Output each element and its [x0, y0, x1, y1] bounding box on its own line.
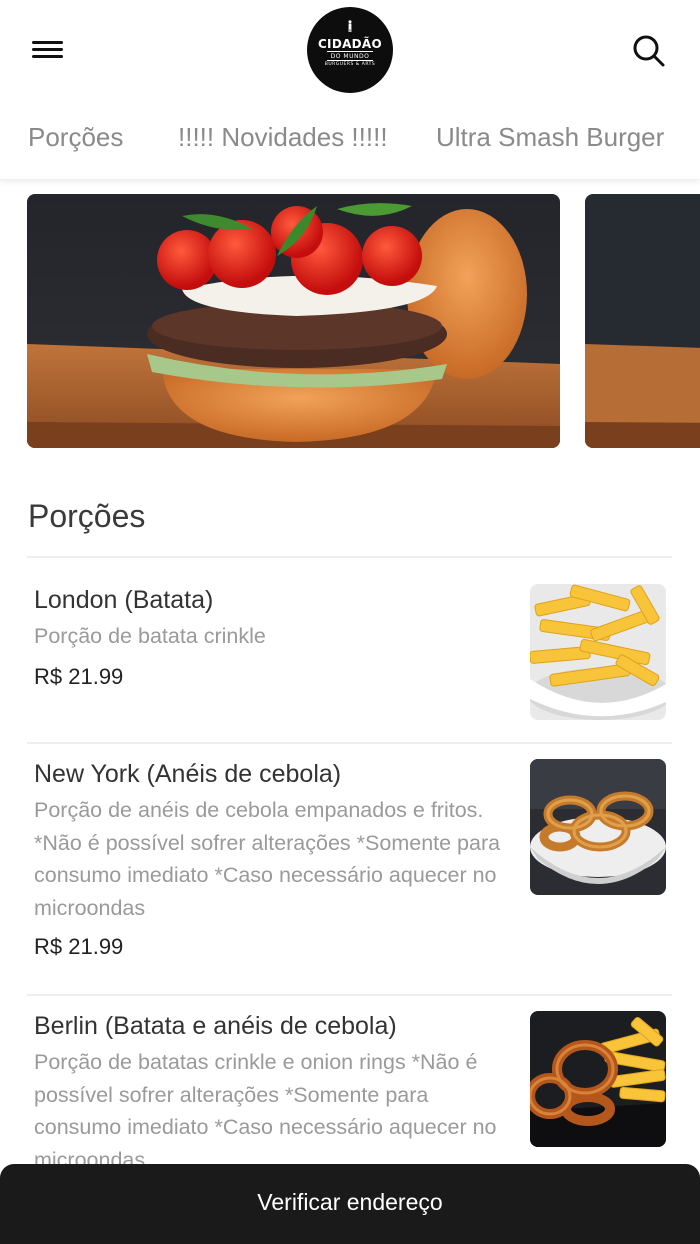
menu-item[interactable]: Berlin (Batata e anéis de cebola) Porção… — [27, 996, 672, 1172]
item-photo — [530, 1011, 666, 1147]
logo-tagline: BURGUERS & ARTS — [324, 62, 376, 67]
item-price: R$ 21.99 — [34, 664, 124, 689]
item-name: New York (Anéis de cebola) — [34, 760, 342, 788]
crinkle-fries-photo — [530, 584, 666, 720]
menu-item[interactable]: London (Batata) Porção de batata crinkle… — [27, 570, 672, 740]
banner-slide[interactable] — [585, 194, 700, 448]
logo-subtitle: DO MUNDO — [330, 53, 370, 60]
banner-image-partial — [585, 194, 700, 448]
check-address-button[interactable]: Verificar endereço — [0, 1164, 700, 1244]
logo-figure-icon — [348, 20, 352, 32]
check-address-label: Verificar endereço — [257, 1189, 443, 1215]
banner-carousel[interactable] — [0, 194, 700, 448]
restaurant-logo[interactable]: CIDADÃO DO MUNDO BURGUERS & ARTS — [307, 7, 393, 93]
category-tabs: Porções !!!!! Novidades !!!!! Ultra Smas… — [0, 100, 700, 180]
item-price: R$ 21.99 — [34, 934, 124, 959]
fries-and-onion-rings-photo — [530, 1011, 666, 1147]
section-divider — [27, 556, 672, 558]
menu-item[interactable]: New York (Anéis de cebola) Porção de ané… — [27, 744, 672, 994]
item-photo — [530, 584, 666, 720]
tab-novidades[interactable]: !!!!! Novidades !!!!! — [178, 122, 388, 153]
app-header: CIDADÃO DO MUNDO BURGUERS & ARTS — [0, 0, 700, 100]
search-icon[interactable] — [628, 30, 668, 70]
logo-divider — [327, 51, 373, 52]
item-description: Porção de anéis de cebola empanados e fr… — [34, 798, 501, 920]
logo-name: CIDADÃO — [317, 37, 383, 51]
item-description: Porção de batatas crinkle e onion rings … — [34, 1050, 497, 1172]
section-title: Porções — [28, 498, 146, 534]
tab-ultra-smash-burger[interactable]: Ultra Smash Burger — [436, 122, 664, 153]
item-description: Porção de batata crinkle — [34, 624, 266, 648]
onion-rings-photo — [530, 759, 666, 895]
hamburger-menu-icon[interactable] — [28, 34, 68, 66]
tab-porcoes[interactable]: Porções — [28, 122, 123, 153]
logo-divider — [327, 60, 373, 61]
item-name: Berlin (Batata e anéis de cebola) — [34, 1012, 397, 1040]
item-name: London (Batata) — [34, 586, 214, 614]
burger-banner-image — [27, 194, 560, 448]
item-photo — [530, 759, 666, 895]
banner-slide[interactable] — [27, 194, 560, 448]
